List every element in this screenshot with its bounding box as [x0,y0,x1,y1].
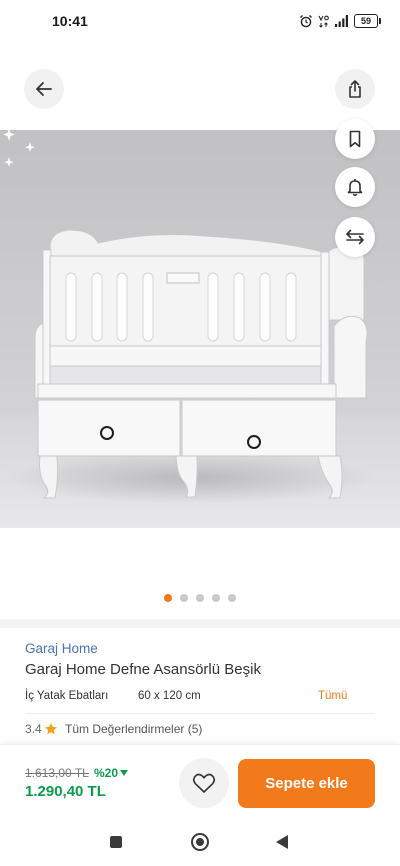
status-icons: 59 [299,13,381,29]
add-to-cart-button[interactable]: Sepete ekle [238,759,375,808]
variant-value[interactable]: 60 x 120 cm [138,690,201,702]
notify-button[interactable] [335,167,375,207]
share-button[interactable] [335,69,375,109]
heart-icon [192,773,216,793]
discount-badge: %20 [94,766,129,780]
status-time: 10:41 [52,13,88,29]
back-button[interactable] [24,69,64,109]
carousel-dot[interactable] [164,594,172,602]
bookmark-icon [349,130,361,148]
compare-icon [346,229,364,245]
all-reviews-link[interactable]: Tüm Değerlendirmeler (5) [65,722,202,736]
variant-label: İç Yatak Ebatları [25,690,109,702]
carousel-dots [0,594,400,602]
down-arrow-icon [120,770,129,776]
carousel-dot[interactable] [228,594,236,602]
variant-all-link[interactable]: Tümü [318,690,347,702]
carousel-dot[interactable] [196,594,204,602]
current-price: 1.290,40 TL [25,783,106,800]
home-icon-dot [196,838,204,846]
home-icon[interactable] [191,833,209,851]
arrow-left-icon [36,82,52,96]
carousel-dot[interactable] [212,594,220,602]
recent-apps-icon[interactable] [110,836,122,848]
rating-score: 3.4 [25,722,42,736]
compare-button[interactable] [335,217,375,257]
discount-percent: %20 [94,766,119,780]
original-price: 1.613,00 TL [25,766,89,780]
alarm-icon [300,15,312,28]
info-divider [25,713,375,714]
bookmark-button[interactable] [335,119,375,159]
product-title: Garaj Home Defne Asansörlü Beşik [25,661,261,678]
carousel-dot[interactable] [180,594,188,602]
star-icon [45,723,57,735]
share-icon [349,80,361,98]
brand-link[interactable]: Garaj Home [25,641,98,656]
signal-icon [335,15,348,27]
volte-icon [318,15,329,28]
back-icon[interactable] [276,835,288,849]
status-bar: 10:41 59 [0,0,400,38]
section-divider [0,619,400,628]
favorite-button[interactable] [179,758,229,808]
battery-icon: 59 [354,14,381,28]
bell-icon [347,179,363,196]
